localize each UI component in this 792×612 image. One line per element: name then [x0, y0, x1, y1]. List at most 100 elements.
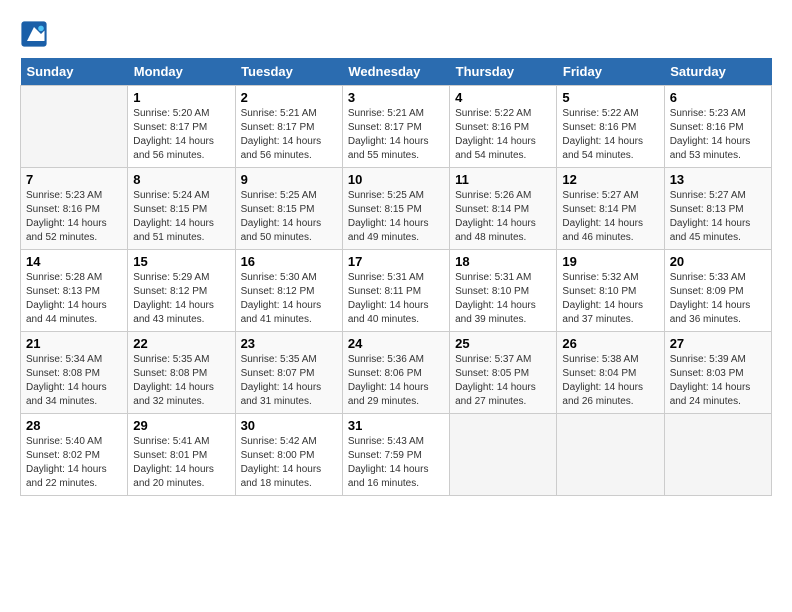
- day-number: 16: [241, 254, 337, 269]
- day-info: Sunrise: 5:43 AM Sunset: 7:59 PM Dayligh…: [348, 435, 444, 491]
- day-info: Sunrise: 5:32 AM Sunset: 8:10 PM Dayligh…: [562, 271, 658, 327]
- header-cell-saturday: Saturday: [664, 58, 771, 86]
- day-number: 1: [133, 90, 229, 105]
- day-cell: [450, 414, 557, 496]
- calendar-body: 1 Sunrise: 5:20 AM Sunset: 8:17 PM Daylig…: [21, 86, 772, 496]
- day-cell: 26 Sunrise: 5:38 AM Sunset: 8:04 PM Dayli…: [557, 332, 664, 414]
- day-number: 30: [241, 418, 337, 433]
- day-info: Sunrise: 5:36 AM Sunset: 8:06 PM Dayligh…: [348, 353, 444, 409]
- day-number: 10: [348, 172, 444, 187]
- week-row-3: 14 Sunrise: 5:28 AM Sunset: 8:13 PM Dayli…: [21, 250, 772, 332]
- day-number: 17: [348, 254, 444, 269]
- day-number: 19: [562, 254, 658, 269]
- day-cell: 7Sunrise: 5:23 AM Sunset: 8:16 PM Daylig…: [21, 168, 128, 250]
- day-info: Sunrise: 5:39 AM Sunset: 8:03 PM Dayligh…: [670, 353, 766, 409]
- day-info: Sunrise: 5:25 AM Sunset: 8:15 PM Dayligh…: [241, 189, 337, 245]
- day-number: 11: [455, 172, 551, 187]
- calendar-table: SundayMondayTuesdayWednesdayThursdayFrid…: [20, 58, 772, 496]
- day-info: Sunrise: 5:33 AM Sunset: 8:09 PM Dayligh…: [670, 271, 766, 327]
- logo-icon: [20, 20, 48, 48]
- day-number: 24: [348, 336, 444, 351]
- day-info: Sunrise: 5:35 AM Sunset: 8:08 PM Dayligh…: [133, 353, 229, 409]
- day-cell: 25Sunrise: 5:37 AM Sunset: 8:05 PM Dayli…: [450, 332, 557, 414]
- week-row-2: 7Sunrise: 5:23 AM Sunset: 8:16 PM Daylig…: [21, 168, 772, 250]
- day-cell: 13 Sunrise: 5:27 AM Sunset: 8:13 PM Dayli…: [664, 168, 771, 250]
- week-row-5: 28 Sunrise: 5:40 AM Sunset: 8:02 PM Dayli…: [21, 414, 772, 496]
- header-cell-monday: Monday: [128, 58, 235, 86]
- day-info: Sunrise: 5:38 AM Sunset: 8:04 PM Dayligh…: [562, 353, 658, 409]
- day-number: 26: [562, 336, 658, 351]
- week-row-4: 21 Sunrise: 5:34 AM Sunset: 8:08 PM Dayli…: [21, 332, 772, 414]
- day-info: Sunrise: 5:20 AM Sunset: 8:17 PM Dayligh…: [133, 107, 229, 163]
- day-cell: 3Sunrise: 5:21 AM Sunset: 8:17 PM Daylig…: [342, 86, 449, 168]
- header-cell-wednesday: Wednesday: [342, 58, 449, 86]
- day-number: 28: [26, 418, 122, 433]
- day-number: 22: [133, 336, 229, 351]
- day-cell: 19 Sunrise: 5:32 AM Sunset: 8:10 PM Dayli…: [557, 250, 664, 332]
- header-cell-tuesday: Tuesday: [235, 58, 342, 86]
- day-info: Sunrise: 5:30 AM Sunset: 8:12 PM Dayligh…: [241, 271, 337, 327]
- day-cell: 30Sunrise: 5:42 AM Sunset: 8:00 PM Dayli…: [235, 414, 342, 496]
- day-cell: [664, 414, 771, 496]
- week-row-1: 1 Sunrise: 5:20 AM Sunset: 8:17 PM Daylig…: [21, 86, 772, 168]
- day-cell: 8 Sunrise: 5:24 AM Sunset: 8:15 PM Daylig…: [128, 168, 235, 250]
- logo: [20, 20, 52, 48]
- day-number: 20: [670, 254, 766, 269]
- day-info: Sunrise: 5:22 AM Sunset: 8:16 PM Dayligh…: [562, 107, 658, 163]
- calendar-header: SundayMondayTuesdayWednesdayThursdayFrid…: [21, 58, 772, 86]
- day-info: Sunrise: 5:27 AM Sunset: 8:13 PM Dayligh…: [670, 189, 766, 245]
- day-info: Sunrise: 5:29 AM Sunset: 8:12 PM Dayligh…: [133, 271, 229, 327]
- day-cell: [557, 414, 664, 496]
- day-info: Sunrise: 5:28 AM Sunset: 8:13 PM Dayligh…: [26, 271, 122, 327]
- day-number: 8: [133, 172, 229, 187]
- day-number: 23: [241, 336, 337, 351]
- day-cell: 2 Sunrise: 5:21 AM Sunset: 8:17 PM Daylig…: [235, 86, 342, 168]
- day-info: Sunrise: 5:26 AM Sunset: 8:14 PM Dayligh…: [455, 189, 551, 245]
- day-number: 25: [455, 336, 551, 351]
- day-number: 12: [562, 172, 658, 187]
- day-cell: 12Sunrise: 5:27 AM Sunset: 8:14 PM Dayli…: [557, 168, 664, 250]
- header-row: SundayMondayTuesdayWednesdayThursdayFrid…: [21, 58, 772, 86]
- day-cell: 28 Sunrise: 5:40 AM Sunset: 8:02 PM Dayli…: [21, 414, 128, 496]
- day-number: 13: [670, 172, 766, 187]
- day-info: Sunrise: 5:21 AM Sunset: 8:17 PM Dayligh…: [241, 107, 337, 163]
- day-info: Sunrise: 5:35 AM Sunset: 8:07 PM Dayligh…: [241, 353, 337, 409]
- day-cell: 18 Sunrise: 5:31 AM Sunset: 8:10 PM Dayli…: [450, 250, 557, 332]
- header-cell-sunday: Sunday: [21, 58, 128, 86]
- header-cell-friday: Friday: [557, 58, 664, 86]
- day-number: 6: [670, 90, 766, 105]
- day-number: 4: [455, 90, 551, 105]
- day-cell: 14 Sunrise: 5:28 AM Sunset: 8:13 PM Dayli…: [21, 250, 128, 332]
- day-cell: 11 Sunrise: 5:26 AM Sunset: 8:14 PM Dayli…: [450, 168, 557, 250]
- day-cell: 31 Sunrise: 5:43 AM Sunset: 7:59 PM Dayli…: [342, 414, 449, 496]
- day-info: Sunrise: 5:34 AM Sunset: 8:08 PM Dayligh…: [26, 353, 122, 409]
- day-number: 5: [562, 90, 658, 105]
- day-number: 21: [26, 336, 122, 351]
- day-cell: 6 Sunrise: 5:23 AM Sunset: 8:16 PM Daylig…: [664, 86, 771, 168]
- day-info: Sunrise: 5:23 AM Sunset: 8:16 PM Dayligh…: [670, 107, 766, 163]
- day-cell: 24 Sunrise: 5:36 AM Sunset: 8:06 PM Dayli…: [342, 332, 449, 414]
- day-cell: 5 Sunrise: 5:22 AM Sunset: 8:16 PM Daylig…: [557, 86, 664, 168]
- day-number: 2: [241, 90, 337, 105]
- day-number: 27: [670, 336, 766, 351]
- day-cell: 15Sunrise: 5:29 AM Sunset: 8:12 PM Dayli…: [128, 250, 235, 332]
- day-number: 29: [133, 418, 229, 433]
- day-cell: 22 Sunrise: 5:35 AM Sunset: 8:08 PM Dayli…: [128, 332, 235, 414]
- day-cell: 9 Sunrise: 5:25 AM Sunset: 8:15 PM Daylig…: [235, 168, 342, 250]
- day-number: 31: [348, 418, 444, 433]
- day-cell: [21, 86, 128, 168]
- day-number: 9: [241, 172, 337, 187]
- day-cell: 27 Sunrise: 5:39 AM Sunset: 8:03 PM Dayli…: [664, 332, 771, 414]
- day-cell: 20 Sunrise: 5:33 AM Sunset: 8:09 PM Dayli…: [664, 250, 771, 332]
- day-info: Sunrise: 5:25 AM Sunset: 8:15 PM Dayligh…: [348, 189, 444, 245]
- day-info: Sunrise: 5:41 AM Sunset: 8:01 PM Dayligh…: [133, 435, 229, 491]
- day-cell: 21 Sunrise: 5:34 AM Sunset: 8:08 PM Dayli…: [21, 332, 128, 414]
- day-number: 14: [26, 254, 122, 269]
- day-info: Sunrise: 5:40 AM Sunset: 8:02 PM Dayligh…: [26, 435, 122, 491]
- day-info: Sunrise: 5:24 AM Sunset: 8:15 PM Dayligh…: [133, 189, 229, 245]
- day-number: 7: [26, 172, 122, 187]
- day-cell: 29 Sunrise: 5:41 AM Sunset: 8:01 PM Dayli…: [128, 414, 235, 496]
- day-number: 18: [455, 254, 551, 269]
- day-cell: 17Sunrise: 5:31 AM Sunset: 8:11 PM Dayli…: [342, 250, 449, 332]
- day-info: Sunrise: 5:31 AM Sunset: 8:10 PM Dayligh…: [455, 271, 551, 327]
